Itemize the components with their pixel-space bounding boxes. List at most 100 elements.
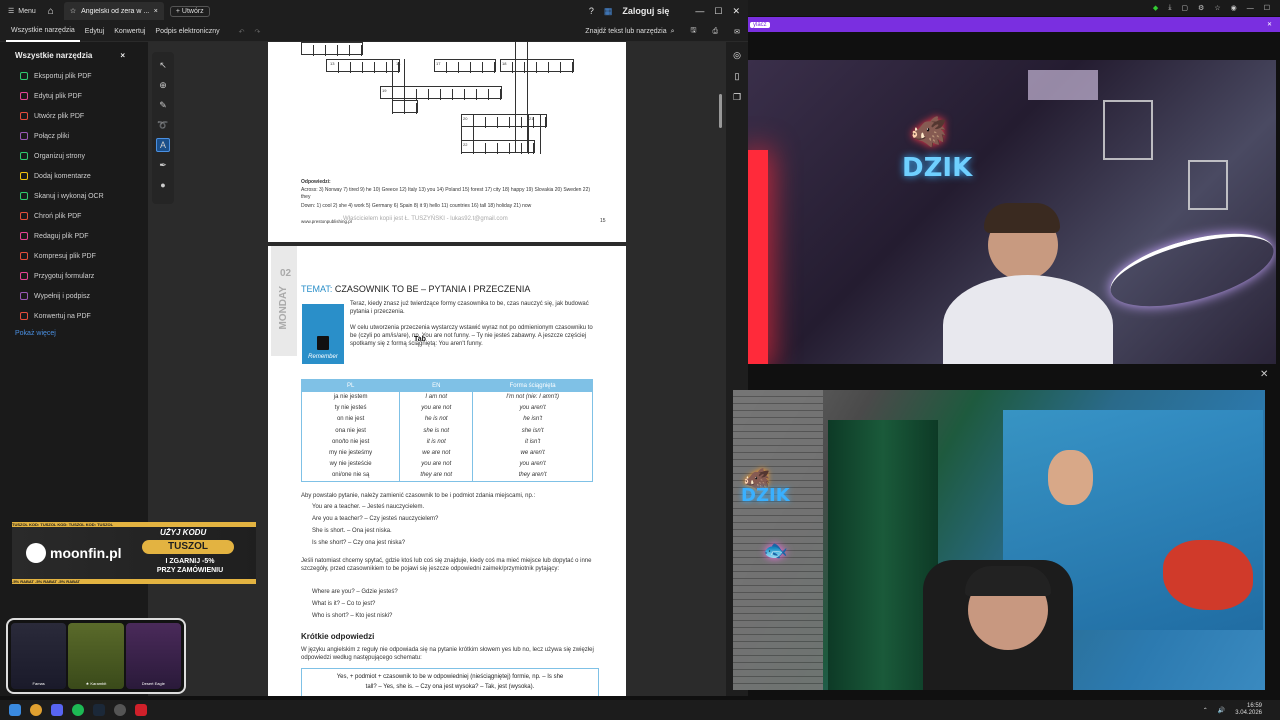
print-icon[interactable]: ⎙ bbox=[705, 28, 727, 36]
acrobat-icon[interactable] bbox=[135, 704, 147, 716]
negation-table: PL EN Forma ściągnięta ja nie jestem I am n… bbox=[300, 379, 593, 482]
menu-button[interactable]: ☰ Menu bbox=[0, 7, 44, 16]
tool-icon bbox=[20, 192, 28, 200]
bookmark-star-icon[interactable]: ☆ bbox=[1214, 4, 1220, 12]
color-dot-icon[interactable]: ● bbox=[156, 178, 170, 192]
home-icon[interactable]: ⌂ bbox=[44, 6, 58, 17]
mural-red-fish bbox=[1163, 540, 1253, 610]
volume-icon[interactable]: 🔊 bbox=[1218, 707, 1225, 714]
tool-icon bbox=[20, 232, 28, 240]
tool-item[interactable]: Utwórz plik PDF bbox=[0, 106, 148, 126]
maximize-icon[interactable]: ☐ bbox=[714, 6, 722, 17]
close-tab-icon[interactable]: × bbox=[154, 8, 158, 15]
download-icon[interactable]: ⤓ bbox=[1168, 4, 1171, 12]
pen-icon[interactable]: ✎ bbox=[156, 98, 170, 112]
os-taskbar: ⌃ 🔊 16:59 3.04.2026 bbox=[0, 700, 1280, 720]
tool-icon bbox=[20, 152, 28, 160]
tab-convert[interactable]: Konwertuj bbox=[109, 22, 150, 42]
crossword-cell bbox=[537, 62, 549, 73]
tool-item[interactable]: Chroń plik PDF bbox=[0, 206, 148, 226]
tool-item[interactable]: Wypełnij i podpisz bbox=[0, 286, 148, 306]
show-more-link[interactable]: Pokaż więcej bbox=[0, 326, 148, 341]
tool-item[interactable]: Redaguj plik PDF bbox=[0, 226, 148, 246]
tool-item[interactable]: Organizuj strony bbox=[0, 146, 148, 166]
lasso-icon[interactable]: ➰ bbox=[156, 118, 170, 132]
clock[interactable]: 16:59 3.04.2026 bbox=[1235, 703, 1280, 717]
tool-item[interactable]: Kompresuj plik PDF bbox=[0, 246, 148, 266]
profile-icon[interactable]: ◉ bbox=[1231, 4, 1237, 12]
select-cursor-icon[interactable]: ↖ bbox=[156, 58, 170, 72]
tool-item[interactable]: Konwertuj na PDF bbox=[0, 306, 148, 326]
stamp-icon[interactable]: ✒ bbox=[156, 158, 170, 172]
redo-icon[interactable]: ↷ bbox=[254, 28, 260, 36]
undo-icon[interactable]: ↶ bbox=[239, 28, 245, 36]
crossword-number: 19 bbox=[382, 88, 387, 93]
extension-icon[interactable]: ◆ bbox=[1153, 4, 1158, 12]
example-sentence: She is short. – Ona jest niska. bbox=[312, 528, 392, 534]
example-sentence: Where are you? – Gdzie jesteś? bbox=[312, 589, 398, 595]
pdf-page-16: 02 MONDAY TEMAT: CZASOWNIK TO BE – PYTAN… bbox=[268, 246, 626, 696]
help-icon[interactable]: ? bbox=[589, 6, 594, 16]
example-sentence: Is she short? – Czy ona jest niska? bbox=[312, 540, 406, 546]
obs-icon[interactable] bbox=[114, 704, 126, 716]
close-cam-icon[interactable]: ✕ bbox=[1260, 369, 1268, 380]
app-titlebar: ☰ Menu ⌂ ☆ Angielski od zera w ... × + U… bbox=[0, 0, 748, 22]
tab-all-tools[interactable]: Wszystkie narzędzia bbox=[6, 22, 80, 42]
all-tools-panel: Wszystkie narzędzia × Eksportuj plik PDF E… bbox=[0, 42, 148, 696]
document-tab[interactable]: ☆ Angielski od zera w ... × bbox=[63, 2, 164, 20]
notification-button[interactable]: ylacz bbox=[750, 21, 770, 28]
document-viewer[interactable]: 13 14 17 18 19 20 21 22 Odpowiedzi: Across: 3) … bbox=[148, 42, 726, 696]
tool-item[interactable]: Przygotuj formularz bbox=[0, 266, 148, 286]
spotify-icon[interactable] bbox=[72, 704, 84, 716]
settings-icon[interactable]: ⚙ bbox=[1198, 4, 1204, 12]
tool-item[interactable]: Edytuj plik PDF bbox=[0, 86, 148, 106]
minimize-browser-icon[interactable]: — bbox=[1247, 5, 1254, 12]
save-icon[interactable]: 🖫 bbox=[683, 26, 705, 37]
answers-title: Odpowiedzi: bbox=[301, 179, 331, 185]
crossword-column bbox=[515, 42, 528, 152]
table-cell: we aren't bbox=[472, 447, 593, 459]
create-button[interactable]: + Utwórz bbox=[169, 5, 210, 17]
tab-edit[interactable]: Edytuj bbox=[80, 22, 109, 42]
close-notification-icon[interactable]: ✕ bbox=[1267, 21, 1272, 28]
tab-e-signature[interactable]: Podpis elektroniczny bbox=[150, 22, 224, 42]
discord-icon[interactable] bbox=[51, 704, 63, 716]
chrome-icon[interactable] bbox=[30, 704, 42, 716]
mail-icon[interactable]: ✉ bbox=[726, 28, 748, 36]
find-tools-search[interactable]: Znajdź tekst lub narzędzia ⌕ bbox=[585, 28, 682, 36]
table-cell: it isn't bbox=[472, 436, 593, 448]
tool-item[interactable]: Eksportuj plik PDF bbox=[0, 66, 148, 86]
sign-in-link[interactable]: Zaloguj się bbox=[622, 6, 669, 16]
table-cell: you are not bbox=[399, 402, 474, 414]
zoom-icon[interactable]: ⊕ bbox=[156, 78, 170, 92]
skin-showcase: Famas ★ Karambit Desert Eagle bbox=[6, 618, 186, 694]
tab-icon[interactable]: ▢ bbox=[1181, 4, 1188, 12]
tool-icon bbox=[20, 292, 28, 300]
pages-icon[interactable]: ❐ bbox=[733, 92, 741, 103]
tool-item[interactable]: Skanuj i wykonaj OCR bbox=[0, 186, 148, 206]
wh-examples: Where are you? – Gdzie jesteś? What is it… bbox=[312, 586, 398, 622]
vertical-scrollbar[interactable] bbox=[719, 94, 722, 128]
crossword-cell bbox=[498, 117, 510, 128]
maximize-browser-icon[interactable]: ☐ bbox=[1264, 4, 1270, 12]
tool-item[interactable]: Połącz pliki bbox=[0, 126, 148, 146]
apps-grid-icon[interactable]: ▦ bbox=[604, 6, 613, 17]
start-icon[interactable] bbox=[9, 704, 21, 716]
bookmark-icon[interactable]: ▯ bbox=[735, 71, 740, 82]
crossword-cell bbox=[351, 62, 363, 73]
close-window-icon[interactable]: ✕ bbox=[732, 6, 740, 17]
tool-label: Konwertuj na PDF bbox=[34, 312, 91, 320]
star-icon[interactable]: ☆ bbox=[70, 7, 76, 15]
tray-chevron-icon[interactable]: ⌃ bbox=[1203, 707, 1208, 714]
tool-item[interactable]: Dodaj komentarze bbox=[0, 166, 148, 186]
day-label: MONDAY bbox=[278, 286, 289, 330]
minimize-icon[interactable]: — bbox=[695, 6, 704, 16]
steam-icon[interactable] bbox=[93, 704, 105, 716]
close-panel-icon[interactable]: × bbox=[120, 51, 125, 60]
sponsor-brand: moonfin.pl bbox=[50, 545, 122, 561]
comment-icon[interactable]: ◎ bbox=[733, 50, 741, 61]
text-select-icon[interactable]: A bbox=[156, 138, 170, 152]
crossword-number: 22 bbox=[463, 142, 468, 147]
tool-label: Kompresuj plik PDF bbox=[34, 252, 96, 260]
wall-shelf bbox=[1103, 100, 1153, 160]
